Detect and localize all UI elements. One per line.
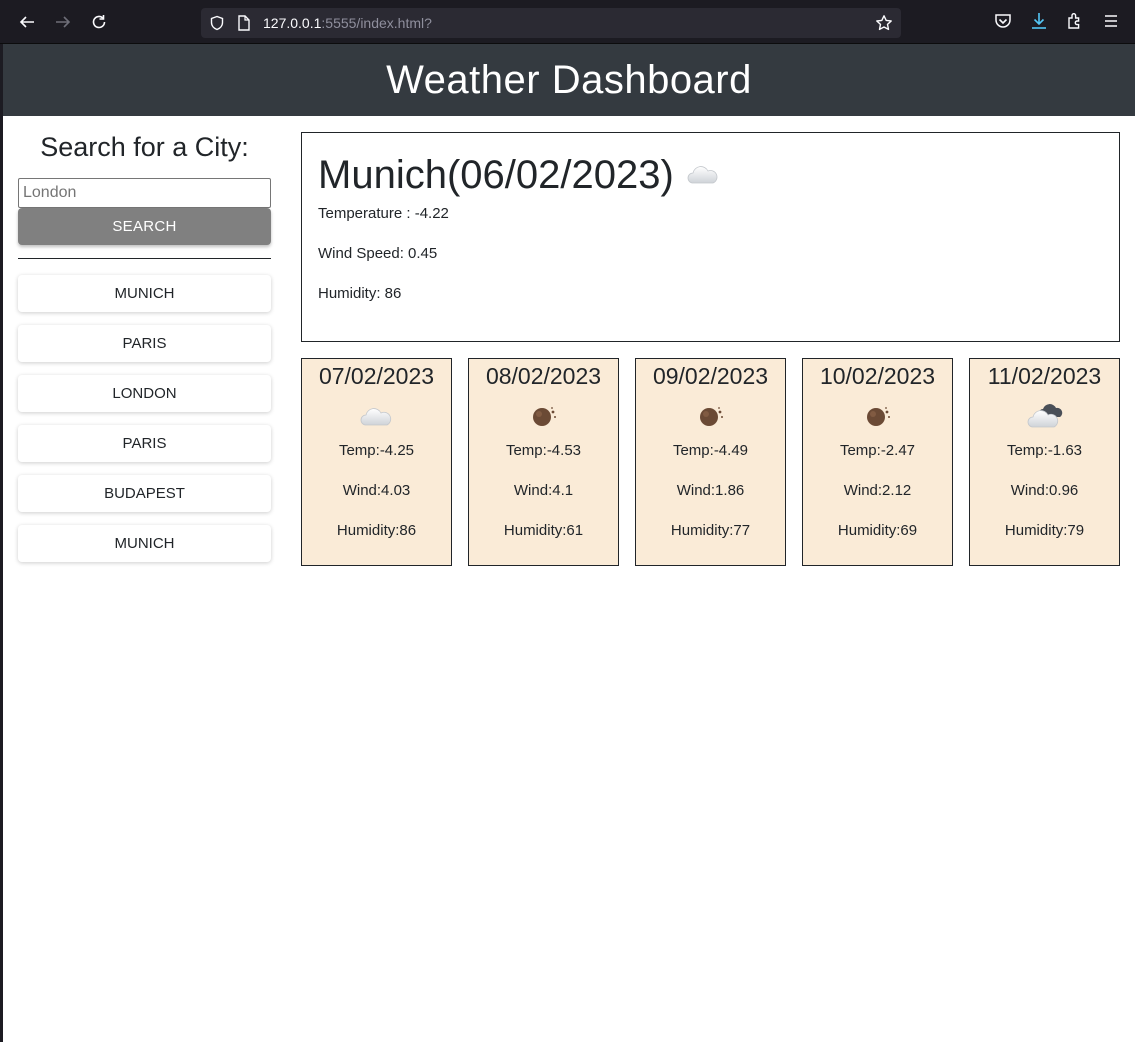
forecast-icon-wrap <box>803 404 952 432</box>
page-icon <box>238 15 250 31</box>
forecast-wind: Wind:0.96 <box>1010 482 1079 499</box>
forecast-date: 09/02/2023 <box>652 363 769 389</box>
forecast-temp: Temp:-4.25 <box>338 442 415 459</box>
extensions-icon[interactable] <box>1066 12 1084 30</box>
night-icon <box>532 407 556 426</box>
forecast-humidity: Humidity:79 <box>1004 522 1085 539</box>
forecast-temp: Temp:-4.53 <box>505 442 582 459</box>
forecast-date: 08/02/2023 <box>485 363 602 389</box>
forecast-date: 11/02/2023 <box>987 363 1102 389</box>
history-button-paris[interactable]: PARIS <box>18 325 271 362</box>
night-icon <box>866 407 890 426</box>
night-icon <box>699 407 723 426</box>
forecast-icon-wrap <box>970 404 1119 432</box>
url-bar[interactable]: 127.0.0.1:5555/index.html? <box>201 8 901 38</box>
broken-clouds-icon <box>1027 404 1062 428</box>
forecast-temp: Temp:-2.47 <box>839 442 916 459</box>
history-button-munich[interactable]: MUNICH <box>18 275 271 312</box>
sidebar-divider <box>18 258 271 259</box>
forecast-wind: Wind:4.03 <box>342 482 411 499</box>
page-title: Weather Dashboard <box>386 57 752 102</box>
current-temperature: Temperature : -4.22 <box>318 205 449 222</box>
browser-toolbar: 127.0.0.1:5555/index.html? <box>0 0 1135 44</box>
current-weather-title: Munich(06/02/2023) <box>318 151 1103 199</box>
forecast-card: 07/02/2023 Temp:-4.25 Wind:4.03 Humidity… <box>301 358 452 566</box>
history-button-paris[interactable]: PARIS <box>18 425 271 462</box>
current-weather-card: Munich(06/02/2023) Temperature : -4.22 W… <box>301 132 1120 342</box>
back-button[interactable] <box>15 10 39 34</box>
forecast-icon-wrap <box>469 404 618 432</box>
forecast-wind: Wind:2.12 <box>843 482 912 499</box>
forecast-temp: Temp:-4.49 <box>672 442 749 459</box>
cloud-icon <box>360 408 391 426</box>
forecast-card: 08/02/2023 Temp:-4.53 Wind:4.1 Humidity:… <box>468 358 619 566</box>
current-city-date: Munich(06/02/2023) <box>318 153 674 197</box>
forecast-icon-wrap <box>636 404 785 432</box>
search-sidebar: Search for a City: SEARCH MUNICH PARIS L… <box>18 130 271 575</box>
forward-button[interactable] <box>51 10 75 34</box>
forecast-date: 10/02/2023 <box>819 363 936 389</box>
current-wind-speed: Wind Speed: 0.45 <box>318 245 438 262</box>
forecast-card: 09/02/2023 Temp:-4.49 Wind:1.86 Humidity… <box>635 358 786 566</box>
forecast-humidity: Humidity:77 <box>670 522 751 539</box>
history-button-london[interactable]: LONDON <box>18 375 271 412</box>
cloud-icon <box>687 166 718 184</box>
five-day-forecast: 07/02/2023 Temp:-4.25 Wind:4.03 Humidity… <box>301 358 1120 566</box>
current-humidity: Humidity: 86 <box>318 285 402 302</box>
menu-icon[interactable] <box>1102 12 1120 30</box>
url-host: 127.0.0.1 <box>263 15 322 31</box>
forecast-humidity: Humidity:69 <box>837 522 918 539</box>
search-heading: Search for a City: <box>40 132 249 162</box>
forecast-icon-wrap <box>302 404 451 432</box>
forecast-humidity: Humidity:86 <box>336 522 417 539</box>
reload-icon <box>92 15 106 29</box>
bookmark-star-icon[interactable] <box>875 14 893 32</box>
shield-icon[interactable] <box>209 15 225 31</box>
forecast-wind: Wind:4.1 <box>513 482 574 499</box>
pocket-icon[interactable] <box>994 12 1012 30</box>
page-header: Weather Dashboard <box>3 44 1135 116</box>
downloads-icon[interactable] <box>1030 12 1048 30</box>
arrow-right-icon <box>56 16 71 28</box>
forecast-card: 11/02/2023 Temp:-1.63 Wind:0.96 Humidity… <box>969 358 1120 566</box>
search-button[interactable]: SEARCH <box>18 208 271 245</box>
reload-button[interactable] <box>87 10 111 34</box>
forecast-date: 07/02/2023 <box>318 363 435 389</box>
history-button-budapest[interactable]: BUDAPEST <box>18 475 271 512</box>
forecast-temp: Temp:-1.63 <box>1006 442 1083 459</box>
arrow-left-icon <box>19 16 34 28</box>
page: Weather Dashboard Search for a City: SEA… <box>0 44 1135 1042</box>
city-search-input[interactable] <box>18 178 271 208</box>
history-button-munich[interactable]: MUNICH <box>18 525 271 562</box>
url-path: :5555/index.html? <box>321 15 432 31</box>
forecast-humidity: Humidity:61 <box>503 522 584 539</box>
forecast-wind: Wind:1.86 <box>676 482 745 499</box>
url-text[interactable]: 127.0.0.1:5555/index.html? <box>263 15 432 31</box>
forecast-card: 10/02/2023 Temp:-2.47 Wind:2.12 Humidity… <box>802 358 953 566</box>
